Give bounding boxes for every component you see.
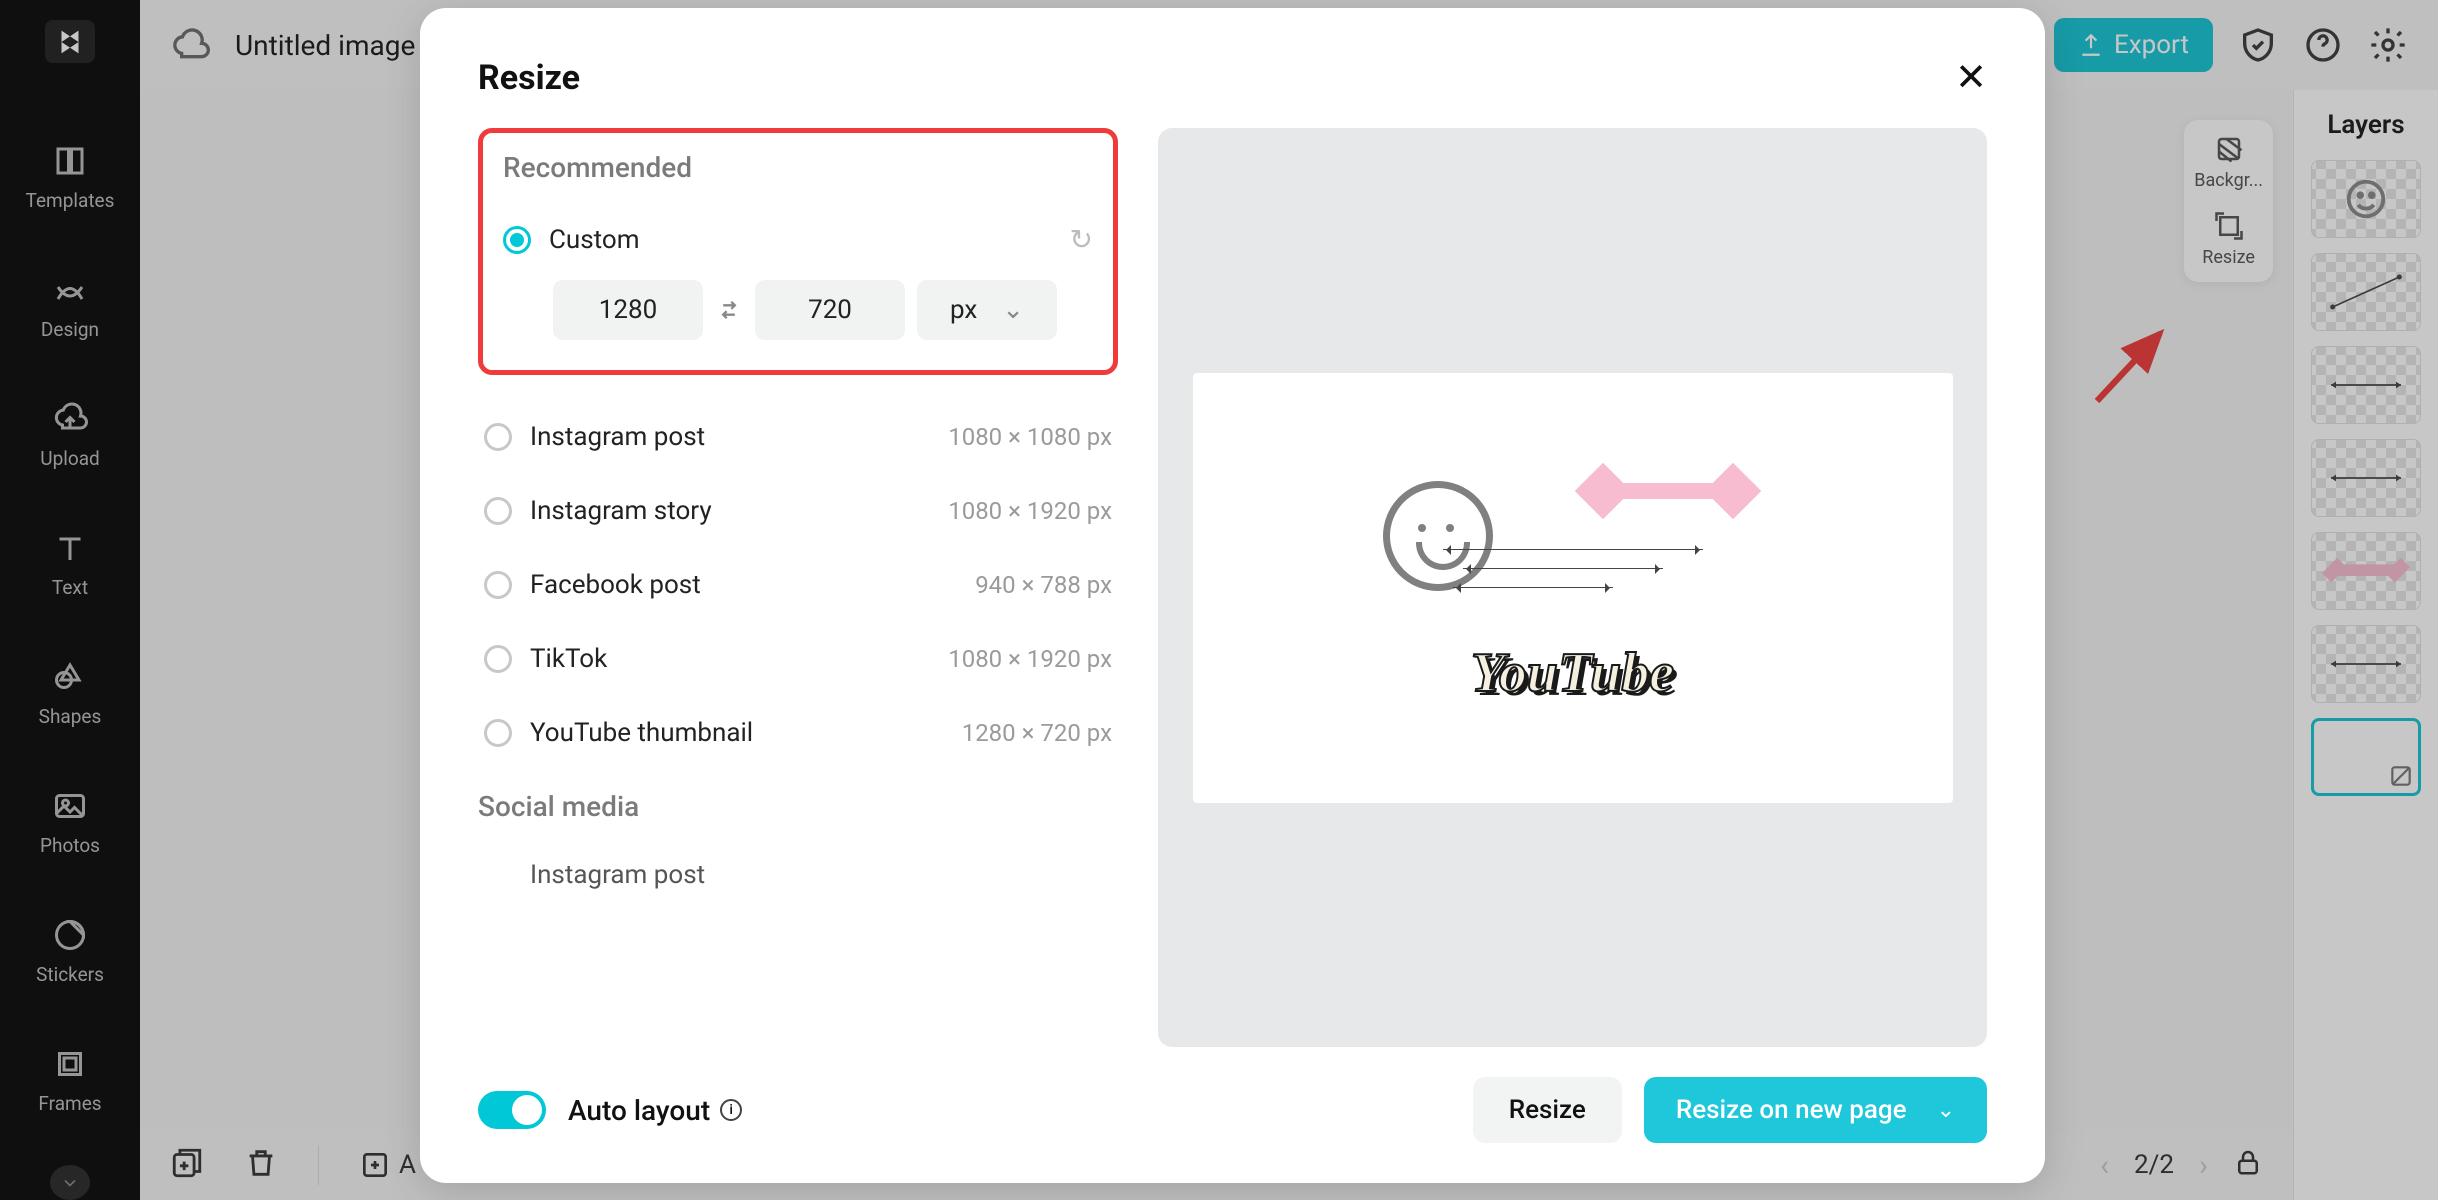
preview-text: YouTube (1471, 641, 1674, 705)
recommended-highlight: Recommended Custom ↻ 1280 720 px ⌄ (478, 128, 1118, 375)
option-tiktok[interactable]: TikTok 1080 × 1920 px (478, 622, 1118, 696)
reset-icon[interactable]: ↻ (1070, 223, 1093, 256)
preview-arrows (1443, 531, 1803, 606)
radio-selected-icon[interactable] (503, 226, 531, 254)
auto-layout-toggle[interactable] (478, 1091, 546, 1129)
width-input[interactable]: 1280 (553, 280, 703, 340)
radio-icon[interactable] (484, 423, 512, 451)
swap-dimensions-icon[interactable] (715, 296, 743, 324)
option-facebook-post[interactable]: Facebook post 940 × 788 px (478, 548, 1118, 622)
modal-title: Resize (478, 58, 580, 98)
option-instagram-story[interactable]: Instagram story 1080 × 1920 px (478, 474, 1118, 548)
close-icon[interactable]: ✕ (1955, 59, 1987, 97)
radio-icon[interactable] (484, 645, 512, 673)
radio-icon[interactable] (484, 571, 512, 599)
info-icon[interactable]: i (720, 1099, 742, 1121)
height-input[interactable]: 720 (755, 280, 905, 340)
option-instagram-post[interactable]: Instagram post 1080 × 1080 px (478, 400, 1118, 474)
option-custom[interactable]: Custom ↻ (503, 209, 1093, 270)
radio-icon[interactable] (484, 719, 512, 747)
resize-button[interactable]: Resize (1473, 1077, 1622, 1143)
resize-preview: YouTube (1158, 128, 1987, 1047)
resize-new-page-button[interactable]: Resize on new page ⌄ (1644, 1077, 1987, 1143)
social-instagram-post[interactable]: Instagram post (478, 848, 1118, 902)
social-media-heading: Social media (478, 790, 1118, 823)
preset-list: Instagram post 1080 × 1080 px Instagram … (478, 400, 1118, 770)
resize-modal: Resize ✕ Recommended Custom ↻ 1280 720 (420, 8, 2045, 1183)
chevron-down-icon: ⌄ (1937, 1098, 1955, 1123)
recommended-heading: Recommended (503, 151, 1093, 184)
option-youtube-thumbnail[interactable]: YouTube thumbnail 1280 × 720 px (478, 696, 1118, 770)
preview-canvas: YouTube (1193, 373, 1953, 803)
unit-select[interactable]: px ⌄ (917, 280, 1057, 340)
chevron-down-icon: ⌄ (1002, 295, 1024, 325)
auto-layout-label: Auto layout (568, 1094, 710, 1127)
radio-icon[interactable] (484, 497, 512, 525)
preview-dumbbell-icon (1583, 471, 1753, 511)
